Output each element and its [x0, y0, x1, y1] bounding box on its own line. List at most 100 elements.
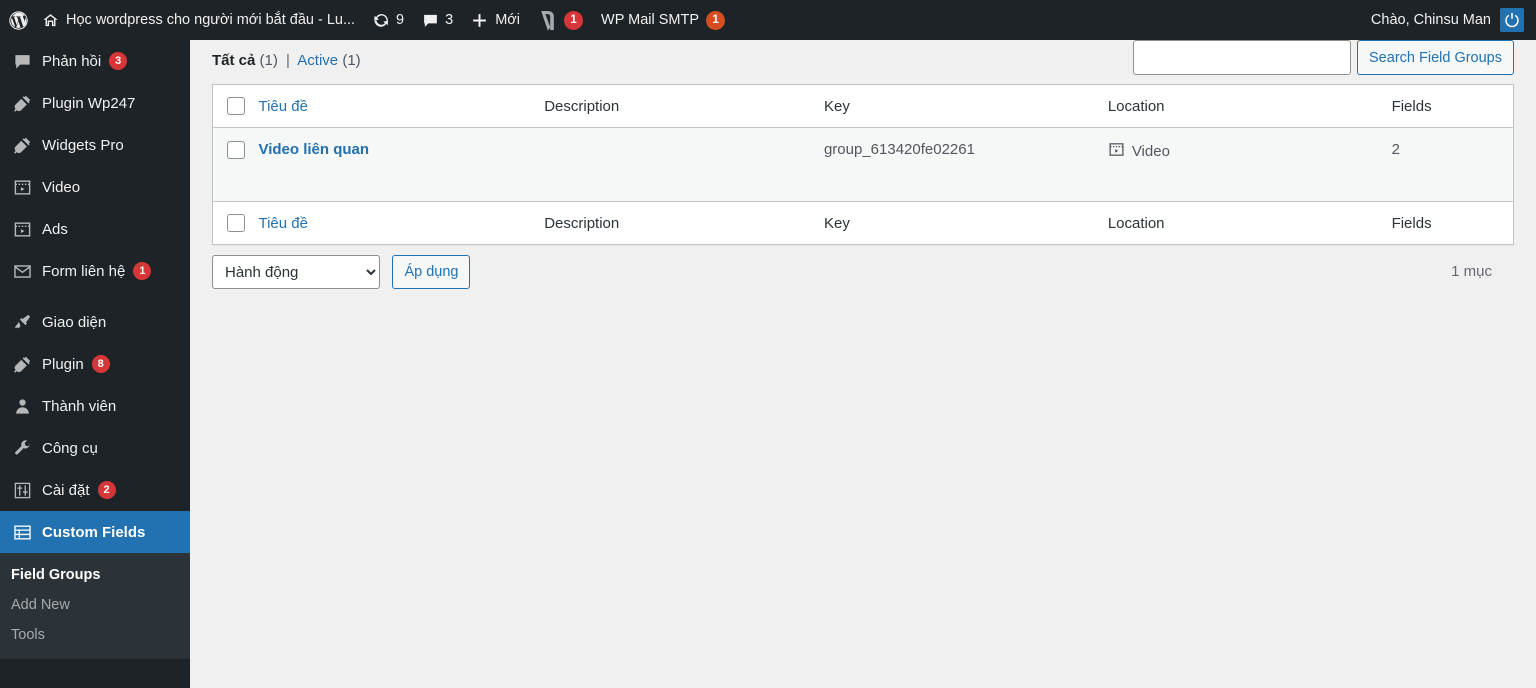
- yoast-icon: [538, 10, 557, 31]
- tools-icon: [11, 437, 33, 459]
- video-icon: [11, 176, 33, 198]
- sort-title-link[interactable]: Tiêu đề: [258, 98, 307, 115]
- sidebar-item-settings[interactable]: Cài đặt 2: [0, 469, 190, 511]
- video-icon: [1108, 141, 1125, 162]
- sidebar-separator: [0, 292, 190, 301]
- yoast-seo-menu[interactable]: 1: [529, 0, 592, 40]
- admin-bar: Học wordpress cho người mới bắt đầu - Lu…: [0, 0, 1536, 40]
- sidebar-item-label: Cài đặt: [42, 481, 90, 499]
- column-footer-title: Tiêu đề: [258, 201, 545, 245]
- sidebar-item-count: 1: [133, 262, 152, 280]
- column-footer-location: Location: [1107, 201, 1392, 245]
- column-footer-key: Key: [823, 201, 1108, 245]
- plugin-icon: [11, 92, 33, 114]
- table-row: Video liên quan group_613420fe02261 Vide…: [212, 127, 1514, 202]
- row-key-cell: group_613420fe02261: [823, 141, 975, 159]
- filter-active-link[interactable]: Active: [297, 52, 338, 69]
- sidebar-item-comments[interactable]: Phản hồi 3: [0, 40, 190, 82]
- comment-bubble-icon: [11, 50, 33, 72]
- select-all-header: [212, 84, 259, 128]
- sidebar-item-appearance[interactable]: Giao diện: [0, 301, 190, 343]
- row-checkbox[interactable]: [227, 141, 245, 160]
- search-submit-button[interactable]: Search Field Groups: [1357, 40, 1514, 75]
- select-all-checkbox[interactable]: [227, 97, 245, 116]
- sidebar-item-label: Form liên hệ: [42, 262, 126, 280]
- table-footer-row: Tiêu đề Description Key Location Fields: [212, 201, 1514, 245]
- sidebar-item-count: 8: [91, 355, 110, 373]
- table-head: Tiêu đề Description Key Location Fields: [212, 84, 1514, 128]
- howdy-label: Chào, Chinsu Man: [1370, 12, 1491, 28]
- column-header-key: Key: [823, 84, 1108, 128]
- column-footer-description: Description: [544, 201, 824, 245]
- row-title-cell: Video liên quan: [258, 128, 544, 202]
- sidebar-item-widgets-pro[interactable]: Widgets Pro: [0, 124, 190, 166]
- sidebar-item-contact-form[interactable]: Form liên hệ 1: [0, 250, 190, 292]
- comments-count: 3: [445, 12, 454, 28]
- wordpress-logo-icon: [8, 10, 29, 31]
- filter-separator: |: [286, 52, 290, 69]
- submenu-item-add-new[interactable]: Add New: [0, 590, 190, 620]
- main-content-area: Tất cả (1) | Active (1) Search Field Gro…: [190, 40, 1536, 688]
- table-body: Video liên quan group_613420fe02261 Vide…: [212, 127, 1514, 202]
- column-header-title: Tiêu đề: [258, 84, 545, 128]
- sidebar-item-label: Thành viên: [42, 397, 117, 415]
- column-footer-fields: Fields: [1391, 201, 1514, 245]
- admin-bar-account-area: Chào, Chinsu Man: [1362, 0, 1536, 40]
- status-filter-links: Tất cả (1) | Active (1): [212, 52, 361, 69]
- row-location-label: Video: [1131, 143, 1170, 161]
- field-groups-table: Tiêu đề Description Key Location Fields …: [212, 84, 1514, 246]
- sidebar-item-tools[interactable]: Công cụ: [0, 427, 190, 469]
- bulk-action-select[interactable]: Hành động: [212, 255, 380, 290]
- sidebar-item-plugins[interactable]: Plugin 8: [0, 343, 190, 385]
- plus-icon: [471, 12, 488, 29]
- search-input[interactable]: [1133, 40, 1352, 75]
- field-group-title-link[interactable]: Video liên quan: [258, 141, 369, 158]
- updates-menu[interactable]: 9: [364, 0, 413, 40]
- submenu-item-field-groups[interactable]: Field Groups: [0, 560, 190, 590]
- sidebar-item-users[interactable]: Thành viên: [0, 385, 190, 427]
- filter-active-count: (1): [342, 52, 361, 69]
- apply-bulk-action-button[interactable]: Áp dụng: [392, 255, 471, 290]
- table-foot: Tiêu đề Description Key Location Fields: [212, 201, 1514, 245]
- comments-menu[interactable]: 3: [413, 0, 462, 40]
- sidebar-item-label: Giao diện: [42, 313, 107, 331]
- new-content-label: Mới: [495, 12, 521, 28]
- sort-title-link-footer[interactable]: Tiêu đề: [258, 215, 307, 232]
- sidebar-item-count: 3: [109, 52, 128, 70]
- select-all-footer-header: [212, 201, 259, 245]
- select-all-checkbox-footer[interactable]: [227, 214, 245, 233]
- row-select-cell: [213, 128, 259, 202]
- sidebar-item-label: Ads: [42, 220, 68, 238]
- wp-mail-smtp-menu[interactable]: WP Mail SMTP 1: [592, 0, 734, 40]
- sidebar-item-ads[interactable]: Ads: [0, 208, 190, 250]
- submenu-item-tools[interactable]: Tools: [0, 620, 190, 650]
- custom-fields-icon: [11, 521, 33, 543]
- updates-count: 9: [396, 12, 405, 28]
- column-header-fields: Fields: [1391, 84, 1514, 128]
- sidebar-item-label: Phản hồi: [42, 52, 102, 70]
- custom-fields-submenu: Field Groups Add New Tools: [0, 553, 190, 659]
- sidebar-item-custom-fields[interactable]: Custom Fields: [0, 511, 190, 553]
- wp-mail-smtp-count-badge: 1: [706, 10, 726, 30]
- table-header-row: Tiêu đề Description Key Location Fields: [212, 84, 1514, 128]
- new-content-menu[interactable]: Mới: [462, 0, 529, 40]
- home-icon: [42, 12, 59, 29]
- comment-bubble-icon: [422, 12, 439, 29]
- appearance-icon: [11, 311, 33, 333]
- sidebar-item-label: Plugin Wp247: [42, 94, 136, 112]
- filter-all-label[interactable]: Tất cả: [212, 52, 255, 69]
- sidebar-item-label: Widgets Pro: [42, 136, 124, 154]
- settings-icon: [11, 479, 33, 501]
- filter-all-count: (1): [259, 52, 278, 69]
- sidebar-item-video[interactable]: Video: [0, 166, 190, 208]
- sidebar-item-label: Plugin: [42, 355, 84, 373]
- admin-sidebar-menu: Phản hồi 3 Plugin Wp247 Widgets Pro Vide…: [0, 40, 190, 688]
- wordpress-logo-menu[interactable]: [0, 0, 33, 40]
- sidebar-item-plugin-wp247[interactable]: Plugin Wp247: [0, 82, 190, 124]
- my-account-menu[interactable]: Chào, Chinsu Man: [1362, 0, 1524, 40]
- site-name-label: Học wordpress cho người mới bắt đầu - Lu…: [66, 12, 356, 28]
- column-header-description: Description: [544, 84, 824, 128]
- search-box: Search Field Groups: [1133, 40, 1514, 75]
- site-name-menu[interactable]: Học wordpress cho người mới bắt đầu - Lu…: [33, 0, 364, 40]
- sidebar-item-count: 2: [97, 481, 116, 499]
